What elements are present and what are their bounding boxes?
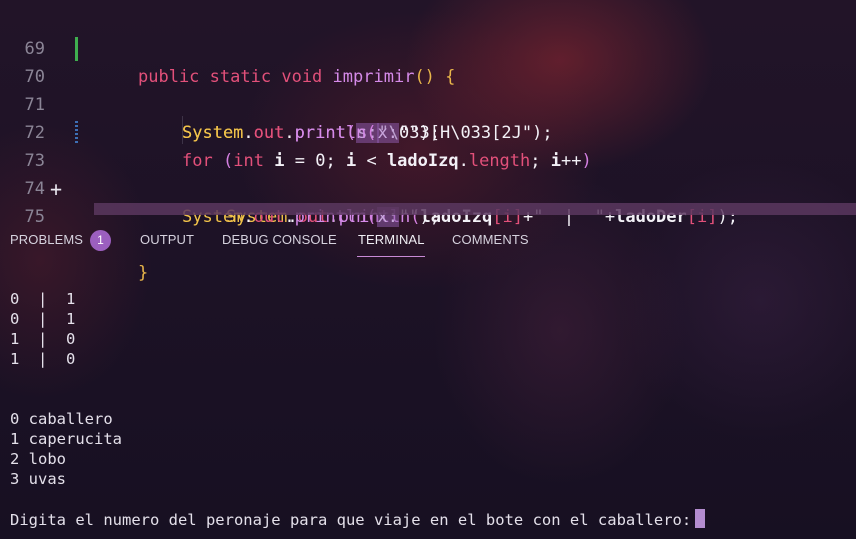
panel-tab-bar: PROBLEMS 1 OUTPUT DEBUG CONSOLE TERMINAL… (0, 222, 856, 260)
terminal-line: 2 lobo (10, 450, 66, 468)
code-line-73[interactable]: 73 System.out.println(ladoIzq[i]+" | "+l… (0, 119, 856, 227)
code-line-69[interactable]: 69 public static void imprimir() { (0, 7, 856, 87)
terminal-line: 0 | 1 (10, 290, 76, 308)
code-line-71[interactable]: 71 System.out.println(x:""); (0, 63, 856, 143)
code-line-75[interactable]: 75 + } (0, 175, 856, 283)
terminal-line: 1 caperucita (10, 430, 122, 448)
git-modified-marker (75, 121, 78, 145)
tab-debug-console[interactable]: DEBUG CONSOLE (222, 232, 337, 247)
add-comment-icon[interactable]: + (50, 175, 62, 203)
terminal-prompt-line[interactable]: Digita el numero del peronaje para que v… (10, 509, 706, 530)
brace: } (138, 263, 149, 283)
terminal-prompt: Digita el numero del peronaje para que v… (10, 511, 692, 529)
terminal-line: 0 | 1 (10, 310, 76, 328)
tab-problems[interactable]: PROBLEMS (10, 232, 83, 247)
terminal-line: 1 | 0 (10, 330, 76, 348)
active-tab-indicator (357, 256, 425, 257)
panel-sash[interactable] (94, 203, 856, 215)
terminal-line: 1 | 0 (10, 350, 76, 368)
problems-count-badge: 1 (90, 230, 111, 251)
code-line-72[interactable]: 72 for (int i = 0; i < ladoIzq.length; i… (0, 91, 856, 171)
terminal-line: 3 uvas (10, 470, 66, 488)
tab-terminal[interactable]: TERMINAL (358, 232, 425, 247)
git-added-marker (75, 37, 78, 61)
tab-comments[interactable]: COMMENTS (452, 232, 529, 247)
terminal-cursor (695, 509, 706, 528)
terminal-line: 0 caballero (10, 410, 113, 428)
code-editor[interactable]: 69 public static void imprimir() { 70 Sy… (0, 0, 856, 283)
code-line-70[interactable]: 70 System.out.print(s:"\033[H\033[2J"); (0, 35, 856, 143)
tab-output[interactable]: OUTPUT (140, 232, 194, 247)
code-line-74[interactable]: 74 System.out.println(x:""); (0, 147, 856, 227)
indent-guide (182, 116, 183, 144)
